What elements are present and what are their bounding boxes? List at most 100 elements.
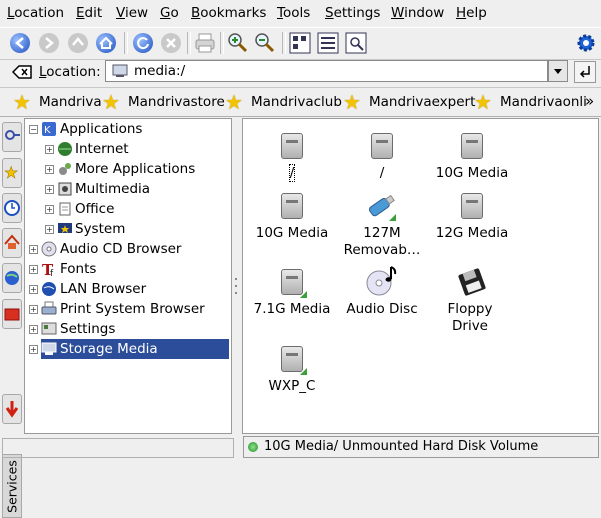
tab-bookmarks[interactable]: ★ [2,158,22,188]
menu-tools[interactable]: Tools [277,5,310,21]
toolbar-separator [220,32,224,54]
detail-view-button[interactable] [316,31,340,55]
media-item[interactable]: 10G Media [427,131,517,183]
stop-button[interactable] [159,31,183,55]
star-icon: ★ [225,90,243,114]
reload-button[interactable] [131,31,155,55]
services-tab-label: Services [4,460,20,513]
settings-button[interactable] [574,31,598,55]
reload-icon [133,33,153,53]
up-button[interactable] [66,31,90,55]
menu-help[interactable]: Help [456,5,487,21]
preview-button[interactable] [344,31,368,55]
media-item[interactable]: 127M Removab… [337,191,427,261]
home-button[interactable] [94,31,118,55]
menu-edit[interactable]: Edit [76,5,102,21]
enter-arrow-icon [579,66,590,78]
media-label: WXP_C [268,378,316,394]
hard-disk-mounted-icon [279,344,307,375]
office-icon [59,202,71,216]
audio-disc-icon [366,266,397,297]
toolbar-separator [187,32,191,54]
svg-text:K: K [44,125,51,136]
hard-disk-icon [279,191,305,221]
tab-trash[interactable] [2,394,22,424]
menu-window[interactable]: Window [391,5,444,21]
tree-label: System [75,221,126,237]
toolbar-separator [124,32,128,54]
expand-toggle[interactable]: + [29,305,38,314]
media-item[interactable]: / [337,131,427,183]
tab-history[interactable] [2,193,22,223]
expand-toggle[interactable]: + [45,225,54,234]
chevron-down-icon [554,69,562,74]
media-item[interactable]: 12G Media [427,191,517,243]
tree-label: Applications [60,121,143,137]
expand-toggle[interactable]: + [45,145,54,154]
expand-toggle[interactable]: + [29,285,38,294]
key-icon [5,130,20,140]
star-icon: ★ [13,90,31,114]
tab-network[interactable] [2,263,22,293]
media-label: 127M Removab… [343,225,421,258]
menu-bookmarks[interactable]: Bookmarks [191,5,266,21]
media-item[interactable]: Audio Disc [337,266,427,319]
expand-toggle[interactable]: + [45,205,54,214]
menu-go[interactable]: Go [160,5,179,21]
clear-location-button[interactable] [11,64,32,84]
tree-label: Settings [60,321,116,337]
menu-settings[interactable]: Settings [325,5,380,21]
tree-item-storage-media[interactable]: Storage Media [41,339,229,359]
menu-location[interactable]: Location [7,5,64,21]
forward-button[interactable] [37,31,61,55]
zoom-out-icon [255,33,275,53]
media-item[interactable]: 7.1G Media [247,267,337,319]
media-icon-view[interactable]: / / 10G Media 10G Media 127M Removab… 12… [242,118,599,434]
media-label: / [288,164,296,182]
status-led-icon [248,442,258,452]
media-label: Floppy Drive [447,301,493,334]
services-tree[interactable]: − K Applications + Internet + More Appli… [24,118,232,434]
media-label: 7.1G Media [253,301,331,317]
expand-toggle[interactable]: + [29,245,38,254]
go-button[interactable] [574,61,596,83]
bookmarks-overflow-button[interactable]: » [585,92,594,110]
tab-root-filesystem[interactable] [2,299,22,329]
star-icon: ★ [4,163,19,183]
tree-label: LAN Browser [60,281,147,297]
zoom-in-button[interactable] [226,31,250,55]
media-item[interactable]: WXP_C [247,344,337,396]
expand-toggle[interactable]: + [29,325,38,334]
printer-icon [41,301,57,315]
tree-label: Audio CD Browser [60,241,182,257]
expand-toggle[interactable]: + [29,265,38,274]
media-label: Audio Disc [346,301,418,317]
expand-toggle[interactable]: + [45,165,54,174]
expand-toggle[interactable]: + [29,345,38,354]
preview-icon [345,32,367,54]
tab-home-folder[interactable] [2,228,22,258]
tab-services[interactable]: Services [2,454,22,518]
menu-view[interactable]: View [116,5,148,21]
print-button[interactable] [193,31,217,55]
clear-location-icon [11,65,32,79]
icon-view-button[interactable] [288,31,312,55]
hard-disk-icon [279,131,305,161]
panel-splitter[interactable] [232,118,242,434]
arrow-down-icon [5,401,19,418]
tab-root-folder[interactable] [2,122,22,152]
gears-icon [59,163,71,175]
media-item[interactable]: 10G Media [247,191,337,243]
status-bar: 10G Media/ Unmounted Hard Disk Volume [243,436,599,458]
media-item[interactable]: Floppy Drive [425,267,515,337]
media-label: / [379,165,385,181]
tree-label: Multimedia [75,181,151,197]
location-history-dropdown[interactable] [548,60,568,82]
collapse-toggle[interactable]: − [29,125,38,134]
kde-apps-icon: K [42,122,56,136]
media-item[interactable]: / [247,131,337,183]
zoom-out-button[interactable] [253,31,277,55]
expand-toggle[interactable]: + [45,185,54,194]
location-input[interactable]: media:/ [105,60,548,82]
back-button[interactable] [8,31,32,55]
